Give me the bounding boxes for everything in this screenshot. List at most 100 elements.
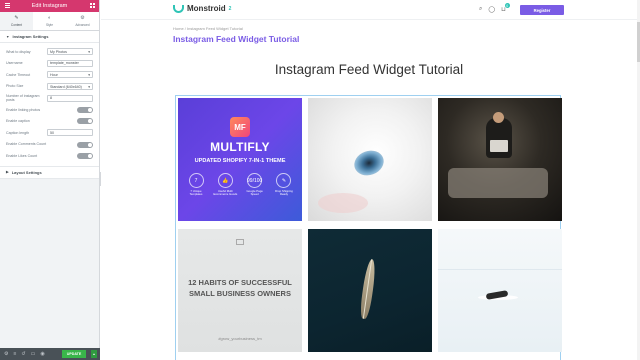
logo-mark-icon <box>173 4 184 13</box>
multifly-name: MULTIFLY <box>210 140 270 154</box>
control-label: Caption length <box>6 130 30 135</box>
cart-icon[interactable]: ⊔ 0 <box>501 3 510 13</box>
editor-footer: ⚙ ≡ ↺ ▭ ◉ UPDATE ▴ <box>0 348 100 360</box>
enable-caption-toggle[interactable] <box>77 118 93 125</box>
pencil-icon: ✎ <box>14 14 19 21</box>
shipping-icon: ✎ <box>276 173 292 188</box>
page-title: Instagram Feed Widget Tutorial <box>173 34 300 44</box>
editor-title: Edit Instagram <box>31 3 68 9</box>
bed-image <box>448 168 548 198</box>
update-button[interactable]: UPDATE <box>62 350 86 358</box>
instagram-feed-grid: MF MULTIFLY UPDATED SHOPIFY 7-IN-1 THEME… <box>175 95 562 360</box>
editor-tabs: ✎ Content ◐ Style ⚙ Advanced <box>0 12 99 31</box>
feature-item: 7 7 Unique Templates <box>184 173 208 196</box>
enable-linking-toggle[interactable] <box>77 106 93 113</box>
feature-text: 7 Unique Templates <box>189 189 203 197</box>
gear-icon: ⚙ <box>80 14 85 21</box>
enable-comments-toggle[interactable] <box>77 141 93 148</box>
control-enable-comments: Enable Comments Count <box>0 139 99 151</box>
instagram-post-swimmer[interactable] <box>438 229 562 352</box>
habits-hashtag: #grow_yourbusiness_tm <box>218 336 262 341</box>
editor-header: Edit Instagram <box>0 0 99 12</box>
section-instagram-label: Instagram Settings <box>12 34 49 39</box>
control-enable-caption: Enable caption <box>0 116 99 128</box>
control-label: Enable Comments Count <box>6 142 47 147</box>
section-instagram-settings[interactable]: ▼ Instagram Settings <box>0 31 99 43</box>
instagram-post-habits[interactable]: 12 HABITS OF SUCCESSFUL SMALL BUSINESS O… <box>178 229 302 352</box>
instagram-post-multifly[interactable]: MF MULTIFLY UPDATED SHOPIFY 7-IN-1 THEME… <box>178 98 302 221</box>
control-label: What to display <box>6 49 31 54</box>
multifly-features: 7 7 Unique Templates 👍 Useful Multi Ecom… <box>184 173 296 196</box>
cache-timeout-select[interactable]: Hour ▾ <box>47 71 93 79</box>
update-options-caret-icon[interactable]: ▴ <box>91 350 97 358</box>
feature-text: Useful Multi Ecommerce Goods <box>213 189 238 197</box>
preview-icon[interactable]: ◉ <box>40 351 44 357</box>
widget-heading[interactable]: Instagram Feed Widget Tutorial <box>177 62 561 77</box>
thumbs-up-icon: 👍 <box>217 173 233 188</box>
search-icon[interactable]: ⌕ <box>479 6 482 13</box>
instagram-controls: What to display My Photos ▾ Username temp… <box>0 43 99 167</box>
person-image <box>486 118 512 158</box>
control-what-to-display: What to display My Photos ▾ <box>0 46 99 58</box>
feature-item: ✎ Drop Shipping Ready <box>272 173 296 196</box>
chevron-down-icon: ▾ <box>88 49 90 54</box>
section-layout-settings[interactable]: ▶ Layout Settings <box>0 166 99 179</box>
responsive-icon[interactable]: ▭ <box>31 351 36 357</box>
number-of-posts-input[interactable]: 8 <box>47 94 93 102</box>
multifly-subtitle: UPDATED SHOPIFY 7-IN-1 THEME <box>194 158 286 164</box>
instagram-post-white-cat[interactable] <box>308 98 432 221</box>
history-icon[interactable]: ↺ <box>21 351 25 357</box>
cat-nose-image <box>318 193 368 213</box>
navigator-icon[interactable]: ≡ <box>13 351 16 357</box>
control-label: Enable linking photos <box>6 107 41 112</box>
select-value: Hour <box>50 72 58 77</box>
tab-content-label: Content <box>10 22 23 27</box>
person-head-image <box>493 112 504 123</box>
multifly-logo: MF <box>230 117 250 137</box>
section-layout-label: Layout Settings <box>11 169 42 175</box>
feature-item: 👍 Useful Multi Ecommerce Goods <box>213 173 237 196</box>
feature-text: Google Page Speed <box>246 189 263 197</box>
register-button[interactable]: Register <box>520 5 564 15</box>
breadcrumb[interactable]: Home / Instagram Feed Widget Tutorial <box>173 26 243 31</box>
tab-style[interactable]: ◐ Style <box>33 12 66 30</box>
username-input[interactable]: template_monster <box>47 59 93 67</box>
site-logo[interactable]: Monstroid 2 <box>173 4 231 13</box>
tab-style-label: Style <box>45 22 54 27</box>
user-icon[interactable]: ◯ <box>488 6 495 13</box>
control-cache-timeout: Cache Timeout Hour ▾ <box>0 69 99 81</box>
control-label: Photo Size <box>6 84 24 89</box>
site-preview: Monstroid 2 ⌕ ◯ ⊔ 0 Register Home / Insta… <box>101 0 640 360</box>
enable-likes-toggle[interactable] <box>77 153 93 160</box>
logo-text: Monstroid <box>187 4 226 13</box>
habits-headline: 12 HABITS OF SUCCESSFUL SMALL BUSINESS O… <box>188 278 292 298</box>
control-label: Enable Likes Count <box>6 154 38 159</box>
feature-badge-icon: 7 <box>188 173 204 188</box>
caret-right-icon: ▶ <box>6 170 9 175</box>
control-caption-length: Caption length 50 <box>0 127 99 139</box>
settings-icon[interactable]: ⚙ <box>4 351 8 357</box>
chevron-down-icon: ▾ <box>88 84 90 89</box>
control-enable-likes: Enable Likes Count <box>0 150 99 162</box>
what-to-display-select[interactable]: My Photos ▾ <box>47 48 93 56</box>
cart-badge: 0 <box>504 3 510 8</box>
tab-content[interactable]: ✎ Content <box>0 12 33 30</box>
control-label: Enable caption <box>6 119 30 124</box>
widgets-grid-icon[interactable] <box>90 3 95 8</box>
horizon-line <box>438 269 562 270</box>
tab-advanced[interactable]: ⚙ Advanced <box>66 12 99 30</box>
instagram-post-man-laptop[interactable] <box>438 98 562 221</box>
page-speed-icon: 99/100 <box>247 173 262 188</box>
control-label: Cache Timeout <box>6 72 31 77</box>
select-value: Standard (640x640) <box>50 84 82 89</box>
control-photo-size: Photo Size Standard (640x640) ▾ <box>0 81 99 93</box>
caption-length-input[interactable]: 50 <box>47 129 93 137</box>
header-icons: ⌕ ◯ ⊔ 0 <box>479 3 510 13</box>
control-label: Number of instagram posts <box>6 93 40 103</box>
menu-icon[interactable] <box>5 3 10 8</box>
instagram-post-boat[interactable] <box>308 229 432 352</box>
photo-size-select[interactable]: Standard (640x640) ▾ <box>47 83 93 91</box>
tab-advanced-label: Advanced <box>75 22 90 27</box>
chevron-down-icon: ▾ <box>88 72 90 77</box>
control-label: Username <box>6 61 23 66</box>
